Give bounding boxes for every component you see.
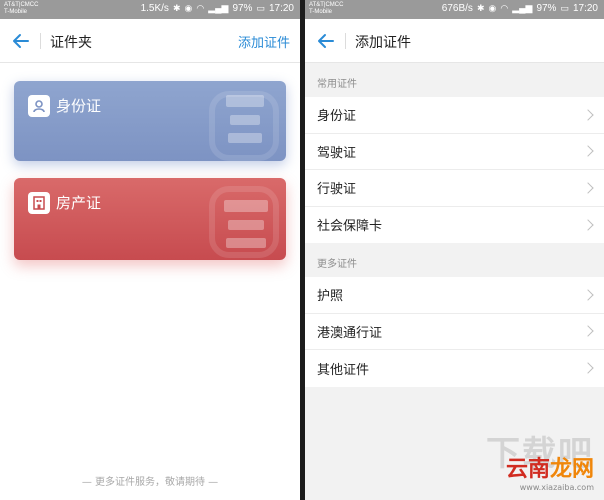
clock: 17:20 bbox=[268, 3, 294, 14]
carrier-name-2: T-Mobile bbox=[309, 9, 333, 15]
list-item-label: 社会保障卡 bbox=[317, 219, 383, 235]
masked-info bbox=[230, 115, 260, 125]
card-label: 房产证 bbox=[56, 194, 102, 212]
common-documents-list: 身份证 驾驶证 行驶证 社会保障卡 bbox=[305, 97, 604, 243]
wifi-icon: ◠ bbox=[500, 3, 509, 13]
property-card[interactable]: 房产证 bbox=[14, 178, 286, 260]
card-label: 身份证 bbox=[56, 97, 102, 115]
list-item-label: 行驶证 bbox=[317, 182, 357, 198]
masked-info bbox=[226, 238, 266, 248]
eye-icon: ◉ bbox=[184, 3, 193, 13]
status-bar: AT&T|CMCC T-Mobile 676B/s ✱ ◉ ◠ ▂▄▆ 97% … bbox=[305, 0, 604, 19]
carrier-name: AT&T|CMCC bbox=[309, 2, 344, 8]
eye-icon: ◉ bbox=[488, 3, 497, 13]
carrier-name-2: T-Mobile bbox=[4, 9, 28, 15]
nav-bar: 添加证件 bbox=[305, 19, 604, 63]
watermark-logo-part-a: 云南 bbox=[505, 457, 550, 482]
masked-info bbox=[224, 200, 268, 212]
list-item-other-documents[interactable]: 其他证件 bbox=[305, 350, 604, 387]
chevron-right-icon bbox=[582, 289, 594, 301]
watermark-url: www.xiazaiba.com bbox=[519, 483, 594, 492]
bluetooth-icon: ✱ bbox=[172, 3, 181, 13]
list-item-label: 驾驶证 bbox=[317, 145, 357, 161]
signal-icon: ▂▄▆ bbox=[208, 3, 229, 13]
status-indicators: 676B/s ✱ ◉ ◠ ▂▄▆ 97% ▭ 17:20 bbox=[442, 3, 598, 14]
list-item-label: 其他证件 bbox=[317, 362, 370, 378]
status-indicators: 1.5K/s ✱ ◉ ◠ ▂▄▆ 97% ▭ 17:20 bbox=[141, 3, 294, 14]
chevron-right-icon bbox=[582, 219, 594, 231]
masked-info bbox=[228, 220, 264, 230]
id-card[interactable]: 身份证 bbox=[14, 81, 286, 161]
battery-icon: ▭ bbox=[256, 3, 265, 13]
list-item-hk-macau-permit[interactable]: 港澳通行证 bbox=[305, 314, 604, 350]
list-item-id-card[interactable]: 身份证 bbox=[305, 97, 604, 134]
left-screen: AT&T|CMCC T-Mobile 1.5K/s ✱ ◉ ◠ ▂▄▆ 97% … bbox=[0, 0, 300, 500]
chevron-right-icon bbox=[582, 362, 594, 374]
back-arrow-icon[interactable] bbox=[10, 30, 32, 52]
status-bar: AT&T|CMCC T-Mobile 1.5K/s ✱ ◉ ◠ ▂▄▆ 97% … bbox=[0, 0, 300, 19]
network-speed: 1.5K/s bbox=[140, 3, 169, 14]
watermark-logo-part-b: 龙网 bbox=[549, 457, 594, 482]
chevron-right-icon bbox=[582, 109, 594, 121]
list-item-vehicle-license[interactable]: 行驶证 bbox=[305, 170, 604, 207]
network-speed: 676B/s bbox=[441, 3, 473, 14]
section-header-common: 常用证件 bbox=[305, 63, 604, 97]
carrier-label: AT&T|CMCC T-Mobile bbox=[4, 2, 38, 16]
bluetooth-icon: ✱ bbox=[476, 3, 485, 13]
add-document-button[interactable]: 添加证件 bbox=[238, 32, 290, 51]
page-title: 证件夹 bbox=[50, 35, 92, 51]
person-icon bbox=[28, 95, 50, 117]
site-watermark: 下载吧 云南龙网 www.xiazaiba.com bbox=[486, 426, 594, 492]
nav-bar: 证件夹 添加证件 bbox=[0, 19, 300, 63]
list-item-driver-license[interactable]: 驾驶证 bbox=[305, 134, 604, 170]
section-header-more: 更多证件 bbox=[305, 243, 604, 277]
masked-info bbox=[226, 95, 264, 107]
back-arrow-icon[interactable] bbox=[315, 30, 337, 52]
right-screen: AT&T|CMCC T-Mobile 676B/s ✱ ◉ ◠ ▂▄▆ 97% … bbox=[305, 0, 604, 500]
list-item-social-security-card[interactable]: 社会保障卡 bbox=[305, 207, 604, 244]
battery-level: 97% bbox=[232, 3, 253, 14]
building-icon bbox=[28, 192, 50, 214]
clock: 17:20 bbox=[572, 3, 598, 14]
list-item-label: 港澳通行证 bbox=[317, 325, 383, 341]
nav-divider bbox=[345, 33, 346, 49]
list-item-label: 身份证 bbox=[317, 109, 357, 125]
card-wallet: 身份证 房产证 — 更多证件服务，敬请期待 — bbox=[0, 63, 300, 500]
nav-divider bbox=[40, 33, 41, 49]
list-item-label: 护照 bbox=[317, 289, 344, 305]
footer-note: — 更多证件服务，敬请期待 — bbox=[81, 477, 219, 488]
wifi-icon: ◠ bbox=[196, 3, 205, 13]
battery-level: 97% bbox=[536, 3, 557, 14]
chevron-right-icon bbox=[582, 325, 594, 337]
chevron-right-icon bbox=[582, 182, 594, 194]
carrier-name: AT&T|CMCC bbox=[4, 2, 39, 8]
page-title: 添加证件 bbox=[355, 35, 411, 51]
battery-icon: ▭ bbox=[560, 3, 569, 13]
list-item-passport[interactable]: 护照 bbox=[305, 277, 604, 314]
more-documents-list: 护照 港澳通行证 其他证件 bbox=[305, 277, 604, 387]
masked-info bbox=[228, 133, 262, 143]
carrier-label: AT&T|CMCC T-Mobile bbox=[309, 2, 343, 16]
chevron-right-icon bbox=[582, 145, 594, 157]
signal-icon: ▂▄▆ bbox=[512, 3, 533, 13]
